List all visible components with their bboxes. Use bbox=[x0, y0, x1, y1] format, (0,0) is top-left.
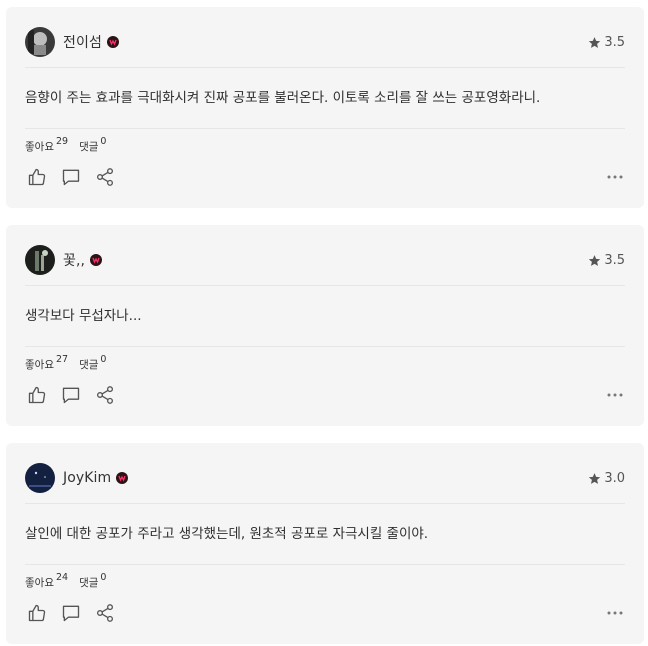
rating-value: 3.5 bbox=[604, 252, 625, 268]
star-icon bbox=[589, 472, 601, 484]
reply-stat: 댓글 0 bbox=[79, 136, 107, 154]
like-stat: 좋아요 29 bbox=[25, 136, 69, 154]
watcha-badge-icon bbox=[90, 254, 103, 266]
star-icon bbox=[589, 254, 601, 266]
replies-count: 0 bbox=[100, 354, 107, 365]
divider bbox=[25, 285, 625, 286]
review-text[interactable]: 생각보다 무섭자나... bbox=[25, 306, 625, 326]
review-stats: 좋아요 24 댓글 0 bbox=[25, 572, 117, 590]
more-dots-icon[interactable] bbox=[605, 603, 625, 623]
avatar[interactable] bbox=[25, 27, 55, 57]
review-stats: 좋아요 29 댓글 0 bbox=[25, 136, 117, 154]
speech-bubble-icon[interactable] bbox=[59, 383, 83, 407]
review-feed: 전이섬 3.5 음향이 주는 효과를 극대화시켜 진짜 공포를 불러온다. 이토… bbox=[0, 0, 648, 646]
review-header: 꽃,, 3.5 bbox=[25, 245, 625, 275]
replies-label: 댓글 bbox=[79, 577, 99, 589]
likes-count: 29 bbox=[55, 136, 69, 147]
replies-label: 댓글 bbox=[79, 359, 99, 371]
username[interactable]: 전이섬 bbox=[63, 32, 102, 52]
rating: 3.5 bbox=[588, 253, 625, 268]
star-icon bbox=[589, 36, 601, 48]
rating: 3.0 bbox=[588, 471, 625, 486]
likes-count: 24 bbox=[55, 572, 69, 583]
watcha-badge-icon bbox=[116, 472, 129, 484]
share-icon[interactable] bbox=[93, 383, 117, 407]
review-card: JoyKim 3.0 살인에 대한 공포가 주라고 생각했는데, 원초적 공포로… bbox=[6, 443, 644, 644]
review-actions bbox=[25, 165, 625, 189]
divider bbox=[25, 346, 625, 347]
replies-count: 0 bbox=[100, 136, 107, 147]
like-stat: 좋아요 24 bbox=[25, 572, 69, 590]
review-actions bbox=[25, 383, 625, 407]
avatar[interactable] bbox=[25, 463, 55, 493]
replies-count: 0 bbox=[100, 572, 107, 583]
divider bbox=[25, 67, 625, 68]
review-actions bbox=[25, 601, 625, 625]
more-dots-icon[interactable] bbox=[605, 167, 625, 187]
like-stat: 좋아요 27 bbox=[25, 354, 69, 372]
thumbs-up-icon[interactable] bbox=[25, 165, 49, 189]
review-header: 전이섬 3.5 bbox=[25, 27, 625, 57]
review-text[interactable]: 살인에 대한 공포가 주라고 생각했는데, 원초적 공포로 자극시킬 줄이야. bbox=[25, 524, 625, 544]
rating-value: 3.0 bbox=[604, 470, 625, 486]
divider bbox=[25, 128, 625, 129]
divider bbox=[25, 564, 625, 565]
share-icon[interactable] bbox=[93, 165, 117, 189]
likes-label: 좋아요 bbox=[25, 359, 54, 371]
rating-value: 3.5 bbox=[604, 34, 625, 50]
review-card: 전이섬 3.5 음향이 주는 효과를 극대화시켜 진짜 공포를 불러온다. 이토… bbox=[6, 7, 644, 208]
more-dots-icon[interactable] bbox=[605, 385, 625, 405]
divider bbox=[25, 503, 625, 504]
reply-stat: 댓글 0 bbox=[79, 354, 107, 372]
review-card: 꽃,, 3.5 생각보다 무섭자나... 좋아요 27 댓글 0 bbox=[6, 225, 644, 426]
review-text[interactable]: 음향이 주는 효과를 극대화시켜 진짜 공포를 불러온다. 이토록 소리를 잘 … bbox=[25, 88, 625, 108]
thumbs-up-icon[interactable] bbox=[25, 601, 49, 625]
likes-count: 27 bbox=[55, 354, 69, 365]
review-stats: 좋아요 27 댓글 0 bbox=[25, 354, 117, 372]
rating: 3.5 bbox=[588, 35, 625, 50]
likes-label: 좋아요 bbox=[25, 141, 54, 153]
username[interactable]: 꽃,, bbox=[63, 250, 85, 270]
speech-bubble-icon[interactable] bbox=[59, 165, 83, 189]
review-header: JoyKim 3.0 bbox=[25, 463, 625, 493]
likes-label: 좋아요 bbox=[25, 577, 54, 589]
speech-bubble-icon[interactable] bbox=[59, 601, 83, 625]
share-icon[interactable] bbox=[93, 601, 117, 625]
username[interactable]: JoyKim bbox=[63, 470, 111, 486]
thumbs-up-icon[interactable] bbox=[25, 383, 49, 407]
watcha-badge-icon bbox=[106, 36, 119, 48]
reply-stat: 댓글 0 bbox=[79, 572, 107, 590]
avatar[interactable] bbox=[25, 245, 55, 275]
replies-label: 댓글 bbox=[79, 141, 99, 153]
